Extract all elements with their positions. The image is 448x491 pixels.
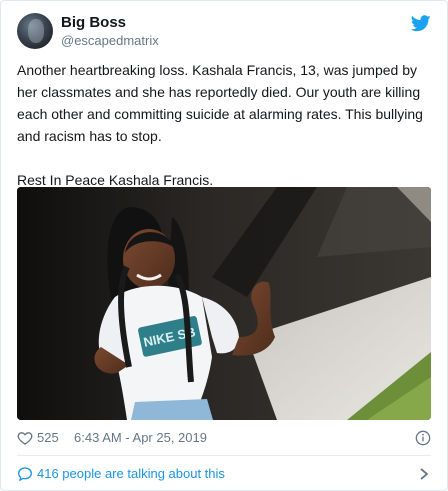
conversation-label[interactable]: 416 people are talking about this	[37, 464, 225, 484]
info-icon[interactable]	[415, 430, 431, 446]
tweet-timestamp[interactable]: 6:43 AM - Apr 25, 2019	[74, 428, 207, 448]
user-handle[interactable]: @escapedmatrix	[61, 32, 159, 50]
author-block[interactable]: Big Boss @escapedmatrix	[61, 14, 159, 50]
tweet-card: Big Boss @escapedmatrix Another heartbre…	[0, 0, 448, 491]
like-count[interactable]: 525	[37, 428, 59, 448]
tweet-text: Another heartbreaking loss. Kashala Fran…	[17, 62, 423, 188]
tweet-meta: 525 6:43 AM - Apr 25, 2019	[17, 428, 431, 448]
speech-bubble-icon	[17, 467, 33, 482]
display-name[interactable]: Big Boss	[61, 14, 159, 32]
tweet-header: Big Boss @escapedmatrix	[17, 13, 431, 53]
chevron-right-icon[interactable]	[419, 468, 429, 480]
twitter-bird-icon[interactable]	[411, 15, 431, 32]
avatar[interactable]	[17, 13, 53, 49]
conversation-link[interactable]: 416 people are talking about this	[17, 464, 431, 484]
tweet-photo[interactable]: NIKE SB	[17, 187, 431, 420]
divider	[17, 455, 431, 456]
photo-illustration: NIKE SB	[17, 187, 431, 420]
heart-icon[interactable]	[17, 430, 33, 446]
